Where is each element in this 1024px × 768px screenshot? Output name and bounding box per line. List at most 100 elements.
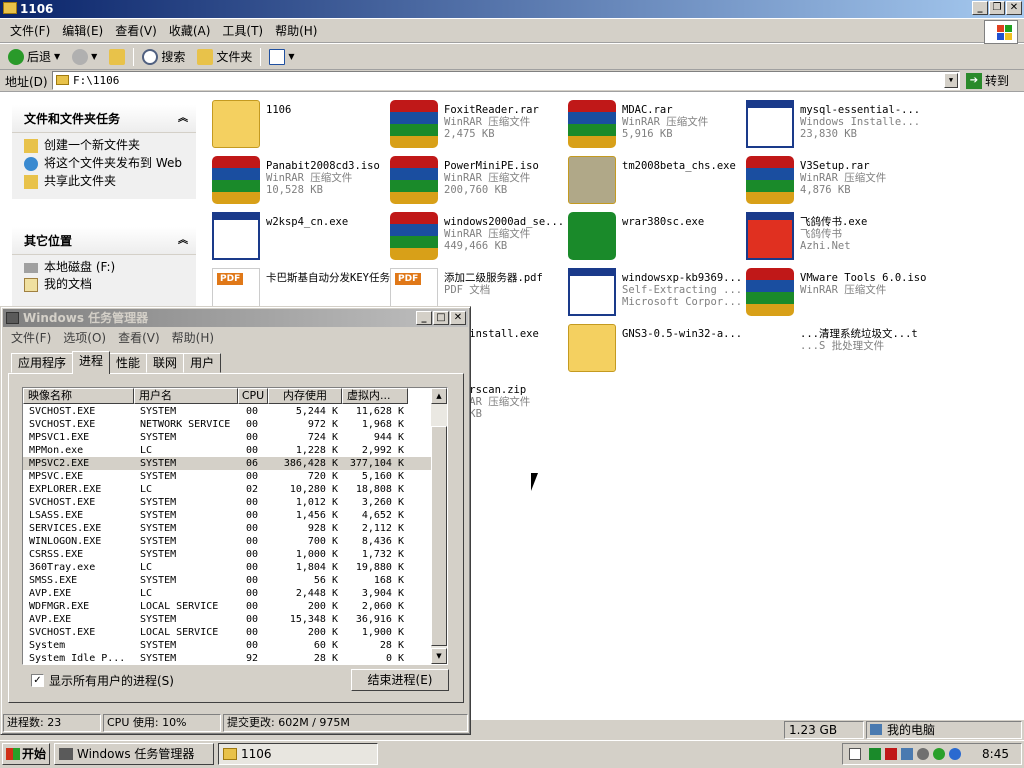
process-row[interactable]: EXPLORER.EXE LC 02 10,280 K 18,808 K xyxy=(23,483,431,496)
search-button[interactable]: 搜索 xyxy=(138,48,189,65)
process-row[interactable]: SMSS.EXE SYSTEM 00 56 K 168 K xyxy=(23,574,431,587)
keyboard-icon[interactable] xyxy=(849,748,861,760)
explorer-titlebar[interactable]: 1106 _ ❐ ✕ xyxy=(0,0,1024,18)
tray-green-icon[interactable] xyxy=(869,748,881,760)
column-virtual-memory[interactable]: 虚拟内... xyxy=(342,388,408,404)
process-row[interactable]: SVCHOST.EXE NETWORK SERVICE 00 972 K 1,968 K xyxy=(23,418,431,431)
process-row[interactable]: SVCHOST.EXE SYSTEM 00 5,244 K 11,628 K xyxy=(23,405,431,418)
file-item[interactable]: 飞鸽传书.exe 飞鸽传书 Azhi.Net xyxy=(742,208,920,262)
process-row[interactable]: MPSVC1.EXE SYSTEM 00 724 K 944 K xyxy=(23,431,431,444)
task-manager-titlebar[interactable]: Windows 任务管理器 _ □ ✕ xyxy=(3,309,468,327)
up-folder-button[interactable] xyxy=(105,48,129,65)
place-my-documents[interactable]: 我的文档 xyxy=(24,278,188,292)
task-share-folder[interactable]: 共享此文件夹 xyxy=(24,175,188,189)
panel-header[interactable]: 其它位置 ︽ xyxy=(12,227,196,255)
process-row[interactable]: SERVICES.EXE SYSTEM 00 928 K 2,112 K xyxy=(23,522,431,535)
address-dropdown-button[interactable]: ▼ xyxy=(944,73,958,88)
tm-menu-file[interactable]: 文件(F) xyxy=(5,329,57,346)
process-row[interactable]: CSRSS.EXE SYSTEM 00 1,000 K 1,732 K xyxy=(23,548,431,561)
file-item[interactable]: wrar380sc.exe xyxy=(564,208,742,262)
close-button[interactable]: ✕ xyxy=(1006,1,1022,15)
file-item[interactable]: ...清理系统垃圾文...t ...S 批处理文件 xyxy=(742,320,920,374)
end-process-button[interactable]: 结束进程(E) xyxy=(351,669,449,691)
folders-button[interactable]: 文件夹 xyxy=(193,48,256,65)
task-publish-web[interactable]: 将这个文件夹发布到 Web xyxy=(24,157,188,171)
process-row[interactable]: LSASS.EXE SYSTEM 00 1,456 K 4,652 K xyxy=(23,509,431,522)
chevron-up-icon[interactable]: ︽ xyxy=(178,109,188,124)
menu-help[interactable]: 帮助(H) xyxy=(269,22,323,39)
menu-favorites[interactable]: 收藏(A) xyxy=(163,22,217,39)
network-icon[interactable] xyxy=(901,748,913,760)
menu-edit[interactable]: 编辑(E) xyxy=(56,22,109,39)
minimize-button[interactable]: _ xyxy=(416,311,432,325)
file-item[interactable]: V3Setup.rar WinRAR 压缩文件 4,876 KB xyxy=(742,152,920,206)
file-item[interactable]: windowsxp-kb9369... Self-Extracting ... Mi… xyxy=(564,264,742,318)
menu-view[interactable]: 查看(V) xyxy=(109,22,163,39)
scroll-thumb[interactable] xyxy=(431,426,447,646)
process-row[interactable]: AVP.EXE LC 00 2,448 K 3,904 K xyxy=(23,587,431,600)
tab-performance[interactable]: 性能 xyxy=(109,353,148,373)
scroll-down-button[interactable]: ▼ xyxy=(431,648,447,664)
menu-file[interactable]: 文件(F) xyxy=(4,22,56,39)
process-row[interactable]: WINLOGON.EXE SYSTEM 00 700 K 8,436 K xyxy=(23,535,431,548)
tray-gray-icon[interactable] xyxy=(917,748,929,760)
file-item[interactable]: VMware Tools 6.0.iso WinRAR 压缩文件 xyxy=(742,264,926,318)
kaspersky-icon[interactable] xyxy=(885,748,897,760)
tray-360-icon[interactable] xyxy=(933,748,945,760)
clock[interactable]: 8:45 xyxy=(982,747,1009,761)
process-row[interactable]: 360Tray.exe LC 00 1,804 K 19,880 K xyxy=(23,561,431,574)
show-all-users-checkbox[interactable]: ✓ 显示所有用户的进程(S) xyxy=(31,672,174,689)
file-item[interactable]: GNS3-0.5-win32-a... xyxy=(564,320,742,374)
file-item[interactable]: w2ksp4_cn.exe xyxy=(208,208,386,262)
file-item[interactable]: MDAC.rar WinRAR 压缩文件 5,916 KB xyxy=(564,96,742,150)
panel-header[interactable]: 文件和文件夹任务 ︽ xyxy=(12,105,196,133)
process-row[interactable]: MPSVC2.EXE SYSTEM 06 386,428 K 377,104 K xyxy=(23,457,431,470)
tab-networking[interactable]: 联网 xyxy=(146,353,185,373)
file-item[interactable]: Panabit2008cd3.iso WinRAR 压缩文件 10,528 KB xyxy=(208,152,386,206)
column-user-name[interactable]: 用户名 xyxy=(134,388,238,404)
process-row[interactable]: AVP.EXE SYSTEM 00 15,348 K 36,916 K xyxy=(23,613,431,626)
process-list[interactable]: 映像名称 用户名 CPU 内存使用 虚拟内... SVCHOST.EXE SYST… xyxy=(22,387,448,665)
place-local-disk[interactable]: 本地磁盘 (F:) xyxy=(24,261,188,274)
tab-processes[interactable]: 进程 xyxy=(72,351,111,374)
process-row[interactable]: System Idle P... SYSTEM 92 28 K 0 K xyxy=(23,652,431,664)
file-item[interactable]: 1106 xyxy=(208,96,386,150)
back-button[interactable]: 后退 ▼ xyxy=(4,48,64,65)
process-list-scrollbar[interactable]: ▲ ▼ xyxy=(431,388,447,664)
address-input[interactable]: F:\1106 ▼ xyxy=(52,71,960,90)
task-new-folder[interactable]: 创建一个新文件夹 xyxy=(24,139,188,153)
file-item[interactable]: FoxitReader.rar WinRAR 压缩文件 2,475 KB xyxy=(386,96,564,150)
tray-blue-icon[interactable] xyxy=(949,748,961,760)
tm-menu-help[interactable]: 帮助(H) xyxy=(166,329,220,346)
file-item[interactable]: windows2000ad_se... WinRAR 压缩文件 449,466 KB xyxy=(386,208,564,262)
column-image-name[interactable]: 映像名称 xyxy=(23,388,134,404)
chevron-up-icon[interactable]: ︽ xyxy=(178,231,188,246)
process-row[interactable]: MPMon.exe LC 00 1,228 K 2,992 K xyxy=(23,444,431,457)
process-row[interactable]: MPSVC.EXE SYSTEM 00 720 K 5,160 K xyxy=(23,470,431,483)
file-item[interactable]: PowerMiniPE.iso WinRAR 压缩文件 200,760 KB xyxy=(386,152,564,206)
menu-tools[interactable]: 工具(T) xyxy=(216,22,269,39)
taskbar-button-task-manager[interactable]: Windows 任务管理器 xyxy=(54,743,214,765)
process-row[interactable]: WDFMGR.EXE LOCAL SERVICE 00 200 K 2,060 K xyxy=(23,600,431,613)
file-item[interactable]: mysql-essential-... Windows Installe... 23… xyxy=(742,96,920,150)
minimize-button[interactable]: _ xyxy=(972,1,988,15)
file-item[interactable]: tm2008beta_chs.exe xyxy=(564,152,742,206)
column-cpu[interactable]: CPU xyxy=(238,388,268,404)
maximize-button[interactable]: □ xyxy=(433,311,449,325)
process-row[interactable]: SVCHOST.EXE SYSTEM 00 1,012 K 3,260 K xyxy=(23,496,431,509)
column-memory[interactable]: 内存使用 xyxy=(268,388,342,404)
process-row[interactable]: SVCHOST.EXE LOCAL SERVICE 00 200 K 1,900 K xyxy=(23,626,431,639)
go-button[interactable]: ➔ 转到 xyxy=(966,71,1009,90)
process-row[interactable]: System SYSTEM 00 60 K 28 K xyxy=(23,639,431,652)
tab-users[interactable]: 用户 xyxy=(183,353,222,373)
tab-applications[interactable]: 应用程序 xyxy=(11,353,74,373)
views-button[interactable]: ▼ xyxy=(265,48,298,65)
taskbar-button-explorer[interactable]: 1106 xyxy=(218,743,378,765)
forward-button[interactable]: ▼ xyxy=(68,48,101,65)
scroll-up-button[interactable]: ▲ xyxy=(431,388,447,404)
close-button[interactable]: ✕ xyxy=(450,311,466,325)
restore-button[interactable]: ❐ xyxy=(989,1,1005,15)
tm-menu-view[interactable]: 查看(V) xyxy=(112,329,166,346)
tm-menu-options[interactable]: 选项(O) xyxy=(57,329,112,346)
start-button[interactable]: 开始 xyxy=(2,743,50,765)
